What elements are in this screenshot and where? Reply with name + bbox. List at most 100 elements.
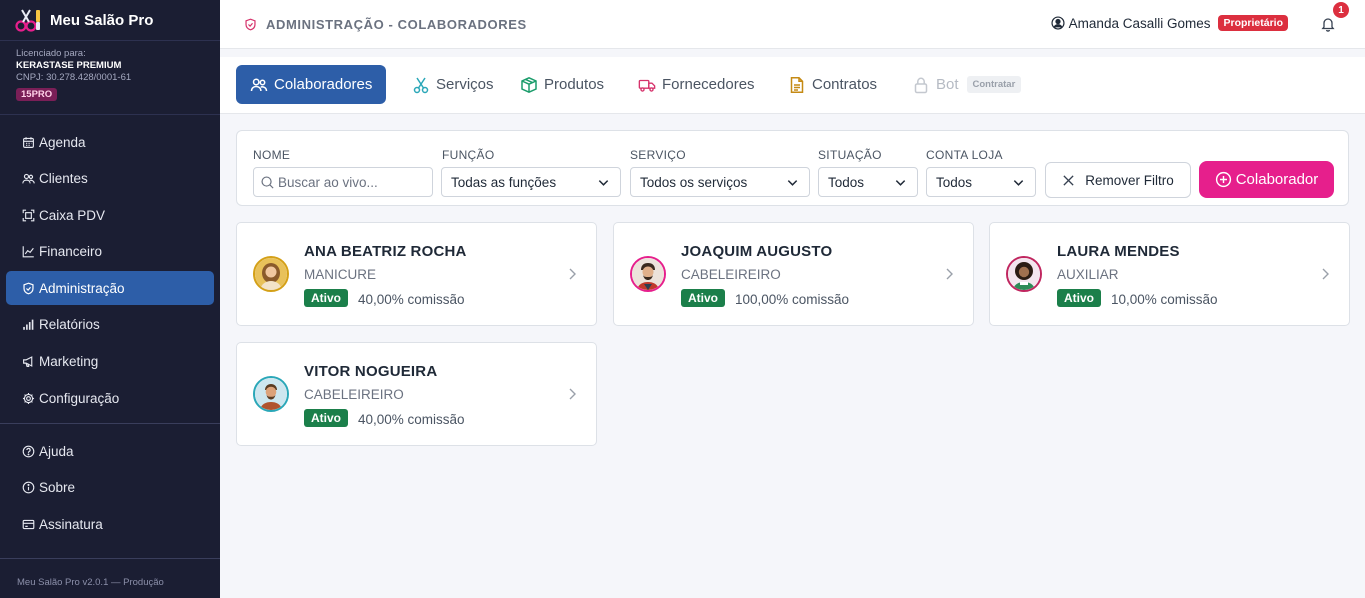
user-name: Amanda Casalli Gomes (1068, 15, 1211, 31)
app-name: Meu Salão Pro (50, 11, 154, 29)
chart-line-icon (22, 246, 34, 258)
scan-icon (22, 209, 35, 222)
sidebar-item-marketing[interactable]: Marketing (6, 345, 214, 379)
tab-label: Produtos (544, 76, 605, 93)
bar-chart-icon (23, 320, 34, 331)
contract-badge[interactable]: Contratar (966, 76, 1022, 93)
status-filter-label: SITUAÇÃO (818, 148, 882, 162)
info-icon (22, 481, 35, 494)
sidebar-item-label: Assinatura (39, 516, 103, 532)
sidebar-item-label: Clientes (39, 171, 88, 187)
account-select[interactable]: Todos (926, 167, 1036, 197)
chevron-down-icon (787, 180, 798, 186)
sidebar-item-label: Marketing (39, 354, 99, 370)
chevron-down-icon (1013, 180, 1024, 186)
status-badge: Ativo (304, 289, 348, 307)
chevron-down-icon (598, 180, 609, 186)
users-icon (22, 173, 35, 184)
megaphone-icon (23, 356, 33, 368)
plan-badge: 15PRO (16, 88, 58, 101)
chevron-right-icon (569, 268, 576, 280)
name-filter-label: NOME (253, 148, 291, 162)
collaborator-role: CABELEIREIRO (681, 267, 781, 282)
box-icon (521, 76, 537, 93)
tab-produtos[interactable]: Produtos (520, 65, 604, 104)
document-icon (790, 76, 804, 93)
avatar (253, 256, 289, 292)
sidebar-item-assinatura[interactable]: Assinatura (6, 507, 214, 541)
remove-filter-label: Remover Filtro (1085, 172, 1174, 188)
collaborator-name: ANA BEATRIZ ROCHA (304, 243, 467, 260)
filter-panel: NOME Buscar ao vivo... FUNÇÃO Todas as f… (236, 130, 1349, 206)
collaborator-card[interactable]: JOAQUIM AUGUSTO CABELEIREIRO Ativo 100,0… (613, 222, 974, 326)
collaborator-commission: 40,00% comissão (358, 292, 465, 307)
breadcrumb: ADMINISTRAÇÃO - COLABORADORES (244, 17, 527, 32)
sidebar-item-label: Sobre (39, 480, 76, 496)
sidebar-item-label: Relatórios (39, 317, 100, 333)
collaborator-commission: 40,00% comissão (358, 412, 465, 427)
brand[interactable]: Meu Salão Pro (0, 0, 220, 41)
user-circle-icon (1051, 16, 1065, 30)
sidebar-item-label: Administração (39, 280, 125, 296)
collaborator-card[interactable]: ANA BEATRIZ ROCHA MANICURE Ativo 40,00% … (236, 222, 597, 326)
avatar (1006, 256, 1042, 292)
sidebar-item-financeiro[interactable]: Financeiro (6, 235, 214, 269)
sidebar-item-label: Agenda (39, 134, 86, 150)
status-select[interactable]: Todos (818, 167, 918, 197)
shield-icon (23, 282, 34, 295)
collaborator-role: CABELEIREIRO (304, 387, 404, 402)
service-select[interactable]: Todos os serviços (630, 167, 810, 197)
collaborator-role: AUXILIAR (1057, 267, 1119, 282)
admin-tabs: Colaboradores Serviços Produtos Forneced… (220, 57, 1365, 114)
avatar (630, 256, 666, 292)
collaborator-card[interactable]: LAURA MENDES AUXILIAR Ativo 10,00% comis… (989, 222, 1350, 326)
topbar: ADMINISTRAÇÃO - COLABORADORES Amanda Cas… (220, 0, 1365, 49)
sidebar-item-sobre[interactable]: Sobre (6, 471, 214, 505)
name-search-input[interactable]: Buscar ao vivo... (253, 167, 433, 197)
credit-card-icon (22, 519, 35, 529)
search-placeholder: Buscar ao vivo... (278, 174, 378, 190)
collaborator-name: LAURA MENDES (1057, 243, 1180, 260)
collaborator-commission: 10,00% comissão (1111, 292, 1218, 307)
tab-servicos[interactable]: Serviços (412, 65, 494, 104)
service-select-value: Todos os serviços (640, 174, 748, 190)
chevron-down-icon (895, 180, 906, 186)
tab-fornecedores[interactable]: Fornecedores (638, 65, 755, 104)
calendar-icon (23, 136, 34, 148)
role-badge: Proprietário (1218, 15, 1288, 31)
sidebar-item-administracao[interactable]: Administração (6, 271, 214, 306)
tab-colaboradores[interactable]: Colaboradores (236, 65, 387, 104)
scissors-icon (413, 77, 429, 93)
truck-icon (638, 79, 656, 92)
sidebar-item-configuracao[interactable]: Configuração (6, 381, 214, 415)
bell-icon[interactable] (1320, 16, 1336, 32)
app-version: Meu Salão Pro v2.0.1 — Produção (0, 558, 220, 598)
add-collaborator-button[interactable]: Colaborador (1199, 161, 1334, 198)
license-company: KERASTASE PREMIUM (16, 60, 122, 71)
license-cnpj: CNPJ: 30.278.428/0001-61 (16, 72, 132, 83)
license-info: Licenciado para: KERASTASE PREMIUM CNPJ:… (0, 41, 220, 115)
tab-contratos[interactable]: Contratos (788, 65, 877, 104)
collaborator-role: MANICURE (304, 267, 377, 282)
sidebar-item-relatorios[interactable]: Relatórios (6, 308, 214, 342)
function-select[interactable]: Todas as funções (441, 167, 621, 197)
sidebar-item-agenda[interactable]: Agenda (6, 125, 214, 159)
sidebar-item-label: Ajuda (39, 443, 74, 459)
collaborator-card[interactable]: VITOR NOGUEIRA CABELEIREIRO Ativo 40,00%… (236, 342, 597, 446)
service-filter-label: SERVIÇO (630, 148, 686, 162)
function-select-value: Todas as funções (451, 174, 557, 190)
help-icon (22, 445, 35, 458)
tab-label: Colaboradores (274, 76, 373, 93)
tab-bot: Bot Contratar (912, 65, 1022, 104)
remove-filter-button[interactable]: Remover Filtro (1045, 162, 1191, 198)
account-filter-label: CONTA LOJA (926, 148, 1003, 162)
user-menu[interactable]: Amanda Casalli Gomes Proprietário (1051, 15, 1288, 31)
shield-icon (245, 18, 256, 30)
sidebar-item-ajuda[interactable]: Ajuda (6, 434, 214, 468)
chevron-right-icon (946, 268, 953, 280)
sidebar-item-caixa-pdv[interactable]: Caixa PDV (6, 198, 214, 232)
sidebar-item-clientes[interactable]: Clientes (6, 162, 214, 196)
status-select-value: Todos (828, 174, 865, 190)
tab-label: Fornecedores (662, 76, 755, 93)
sidebar-nav: Agenda Clientes Caixa PDV Financeiro Adm… (0, 115, 220, 541)
